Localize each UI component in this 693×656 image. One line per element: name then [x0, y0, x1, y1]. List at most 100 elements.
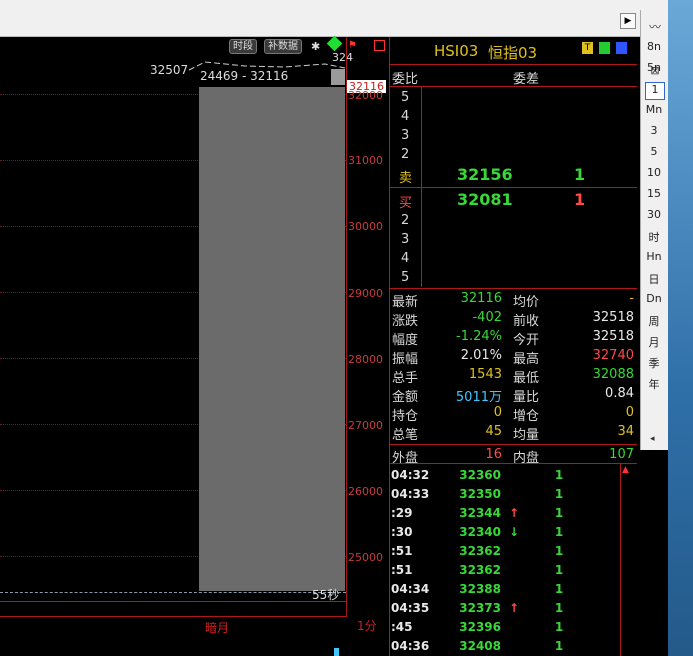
stat-value: 32088: [592, 367, 634, 382]
tick-row[interactable]: :45 32396 1: [389, 618, 637, 637]
flag-icon[interactable]: ⚑: [348, 40, 357, 51]
tick-qty: 1: [554, 620, 564, 634]
tick-row[interactable]: 04:36 32408 1: [389, 637, 637, 656]
bid-level: 2: [401, 213, 410, 228]
time-label: 55秒: [312, 588, 340, 602]
y-axis-label: 30000: [348, 220, 383, 233]
period-button[interactable]: 15: [645, 187, 663, 203]
period-button[interactable]: 年: [645, 376, 663, 392]
period-button[interactable]: 月: [645, 334, 663, 350]
period-button[interactable]: 1: [645, 82, 665, 100]
y-axis-label: 29000: [348, 287, 383, 300]
refresh-icon[interactable]: [599, 42, 610, 54]
y-axis-label: 31000: [348, 154, 383, 167]
tick-qty: 1: [554, 601, 564, 615]
tick-time: 04:36: [391, 639, 430, 653]
window-icon[interactable]: [374, 40, 385, 51]
tick-qty: 1: [554, 639, 564, 653]
stat-value: 32518: [592, 310, 634, 325]
stat-label: 幅度: [392, 333, 419, 348]
tick-time: 04:32: [391, 468, 430, 482]
tick-price: 32373: [459, 601, 501, 615]
line-chart-icon[interactable]: 〰: [646, 18, 664, 34]
divider: [389, 64, 637, 65]
divider: [389, 444, 637, 445]
divider: [389, 86, 637, 87]
axis-bottom-line: [0, 616, 346, 617]
tick-row[interactable]: :51 32362 1: [389, 561, 637, 580]
bid-level: 4: [401, 251, 410, 266]
y-axis-label: 26000: [348, 485, 383, 498]
period-button[interactable]: 8n: [645, 40, 663, 56]
stat-value: 1543: [468, 367, 502, 382]
tick-row[interactable]: :51 32362 1: [389, 542, 637, 561]
tick-row[interactable]: 04:33 32350 1: [389, 485, 637, 504]
stat-label: 总手: [392, 371, 419, 386]
divider: [389, 463, 637, 464]
period-button[interactable]: 日: [645, 271, 663, 287]
stat-value: 32116: [460, 291, 502, 306]
stat-value: -1.24%: [456, 329, 502, 344]
stat-label: 今开: [513, 333, 540, 348]
tick-qty: 1: [554, 487, 564, 501]
fenshi-button[interactable]: 时段: [229, 39, 257, 54]
divider: [389, 288, 637, 289]
stat-label: 持仓: [392, 409, 419, 424]
stat-value: 45: [485, 424, 502, 439]
scroll-right-button[interactable]: ▶: [620, 13, 636, 29]
sort-icon[interactable]: [616, 42, 627, 54]
period-button[interactable]: 5: [645, 145, 663, 161]
stat-label: 金额: [392, 390, 419, 405]
period-button[interactable]: 季: [645, 355, 663, 371]
tick-row[interactable]: 04:32 32360 1: [389, 466, 637, 485]
stat-value: -402: [472, 310, 502, 325]
stat-value: 34: [617, 424, 634, 439]
period-button[interactable]: Hn: [645, 250, 663, 266]
sell-qty: 1: [574, 165, 586, 184]
stat-label: 总笔: [392, 428, 419, 443]
stat-value: -: [629, 291, 634, 306]
weicha-label: 委差: [513, 72, 540, 87]
divider: [389, 187, 637, 188]
bid-level: 3: [401, 232, 410, 247]
t-icon[interactable]: T: [582, 42, 593, 54]
y-axis-label: 27000: [348, 419, 383, 432]
stat-label: 均量: [513, 428, 540, 443]
y-axis-label: 32000: [348, 89, 383, 102]
waipan-value: 16: [485, 447, 502, 462]
buy-qty: 1: [574, 190, 586, 209]
sidebar-more-icon[interactable]: ◂: [650, 434, 655, 444]
volume-bar: [334, 648, 339, 656]
period-button[interactable]: 10: [645, 166, 663, 182]
weibi-label: 委比: [392, 72, 419, 87]
period-button[interactable]: 30: [645, 208, 663, 224]
tick-row[interactable]: :29 32344 ↑ 1: [389, 504, 637, 523]
stat-label: 增仓: [513, 409, 540, 424]
period-button[interactable]: 3: [645, 124, 663, 140]
period-button[interactable]: 时: [645, 229, 663, 245]
period-button[interactable]: 周: [645, 313, 663, 329]
tick-row[interactable]: 04:34 32388 1: [389, 580, 637, 599]
tick-price: 32408: [459, 639, 501, 653]
tick-time: :30: [391, 525, 413, 539]
bottom-period[interactable]: 暗月: [205, 619, 229, 636]
neipan-value: 107: [609, 447, 634, 462]
stat-value: 0.84: [605, 386, 634, 401]
stat-value: 5011万: [455, 390, 502, 405]
buchong-button[interactable]: 补数据: [264, 39, 302, 54]
tick-row[interactable]: 04:35 32373 ↑ 1: [389, 599, 637, 618]
period-button[interactable]: Mn: [645, 103, 663, 119]
period-button[interactable]: 5n: [645, 61, 663, 77]
ask-level: 2: [401, 147, 410, 162]
period-button[interactable]: Dn: [645, 292, 663, 308]
stat-label: 量比: [513, 390, 540, 405]
tick-time: 04:35: [391, 601, 430, 615]
gear-icon[interactable]: ✱: [311, 40, 320, 53]
tick-qty: 1: [554, 563, 564, 577]
ask-level: 3: [401, 128, 410, 143]
ask-level: 4: [401, 109, 410, 124]
stat-label: 最新: [392, 295, 419, 310]
bottom-interval[interactable]: 1分: [357, 617, 377, 634]
tick-row[interactable]: :30 32340 ↓ 1: [389, 523, 637, 542]
tick-qty: 1: [554, 506, 564, 520]
